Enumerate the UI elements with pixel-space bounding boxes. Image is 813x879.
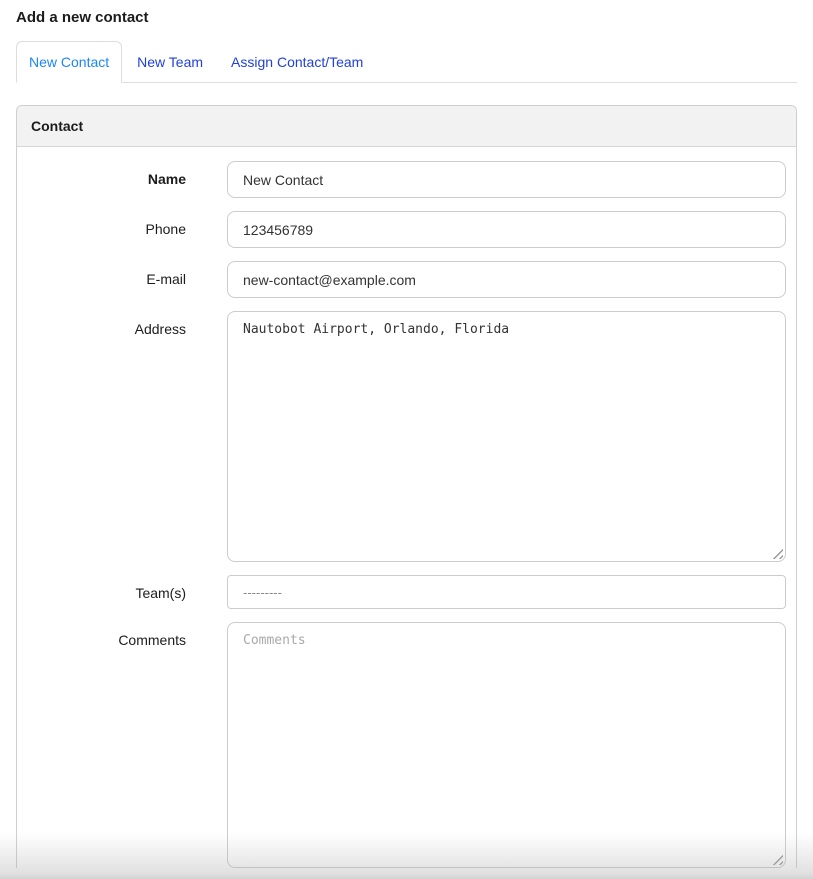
- form-row-address: Address Nautobot Airport, Orlando, Flori…: [27, 311, 786, 562]
- form-row-email: E-mail: [27, 261, 786, 298]
- address-label: Address: [27, 311, 186, 338]
- page-title: Add a new contact: [16, 0, 797, 27]
- comments-textarea-wrap: [227, 622, 786, 868]
- tab-bar: New Contact New Team Assign Contact/Team: [16, 42, 797, 83]
- tab-new-team[interactable]: New Team: [124, 41, 216, 83]
- name-label: Name: [27, 161, 186, 188]
- form-row-teams: Team(s) ---------: [27, 575, 786, 609]
- phone-label: Phone: [27, 211, 186, 238]
- teams-select[interactable]: ---------: [227, 575, 786, 609]
- panel-header: Contact: [17, 106, 796, 147]
- tab-assign-contact-team[interactable]: Assign Contact/Team: [218, 41, 376, 83]
- teams-label: Team(s): [27, 575, 186, 602]
- teams-select-placeholder: ---------: [243, 585, 282, 600]
- comments-label: Comments: [27, 622, 186, 649]
- address-textarea-wrap: Nautobot Airport, Orlando, Florida: [227, 311, 786, 562]
- email-label: E-mail: [27, 261, 186, 288]
- form-row-comments: Comments: [27, 622, 786, 868]
- contact-panel: Contact Name Phone E-mail Address Nautob…: [16, 105, 797, 868]
- phone-input[interactable]: [227, 211, 786, 248]
- form-row-name: Name: [27, 161, 786, 198]
- name-input[interactable]: [227, 161, 786, 198]
- email-input[interactable]: [227, 261, 786, 298]
- comments-textarea[interactable]: [227, 622, 786, 868]
- page-container: Add a new contact New Contact New Team A…: [0, 0, 813, 879]
- tab-new-contact[interactable]: New Contact: [16, 41, 122, 83]
- form-row-phone: Phone: [27, 211, 786, 248]
- address-textarea[interactable]: Nautobot Airport, Orlando, Florida: [227, 311, 786, 562]
- contact-form: Name Phone E-mail Address Nautobot Airpo…: [17, 147, 796, 868]
